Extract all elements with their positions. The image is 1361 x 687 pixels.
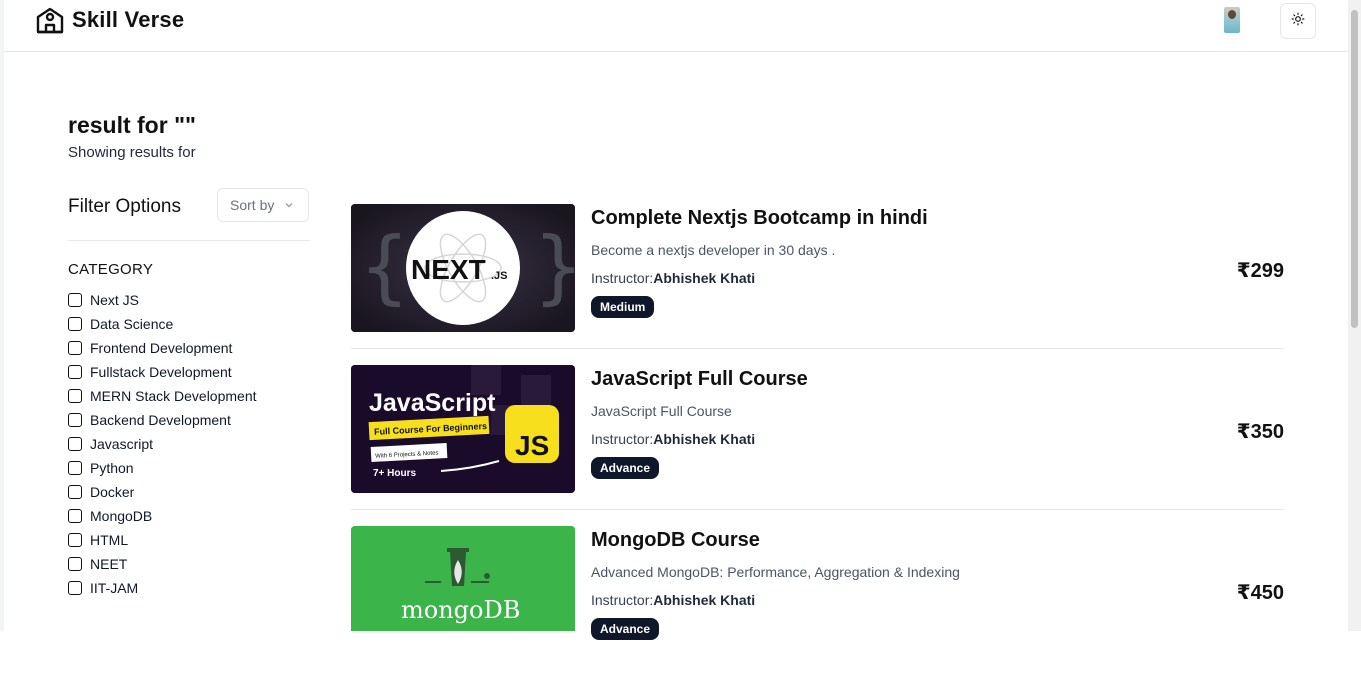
course-thumbnail[interactable]: { } NEXT .JS — [351, 204, 575, 332]
category-label: Fullstack Development — [90, 364, 232, 380]
checkbox[interactable] — [68, 461, 82, 475]
sort-label: Sort by — [230, 197, 275, 213]
category-item[interactable]: NEET — [68, 552, 257, 576]
category-list: Next JS Data Science Frontend Developmen… — [68, 288, 257, 600]
thumb-js-text: .JS — [491, 270, 508, 282]
page-title: result for "" — [68, 112, 196, 138]
brand-name: Skill Verse — [72, 7, 185, 32]
category-item[interactable]: MERN Stack Development — [68, 384, 257, 408]
course-thumbnail[interactable]: mongoDB — [351, 526, 575, 631]
category-item[interactable]: Javascript — [68, 432, 257, 456]
filter-divider — [68, 240, 310, 241]
level-badge: Advance — [591, 618, 660, 640]
brand[interactable]: Skill Verse — [36, 6, 184, 34]
user-avatar[interactable] — [1224, 7, 1240, 33]
category-item[interactable]: Python — [68, 456, 257, 480]
course-price: ₹350 — [1236, 421, 1284, 443]
course-divider — [351, 509, 1284, 510]
category-title: CATEGORY — [68, 261, 154, 278]
level-badge: Advance — [591, 457, 660, 479]
category-label: HTML — [90, 532, 129, 548]
checkbox[interactable] — [68, 317, 82, 331]
checkbox[interactable] — [68, 557, 82, 571]
level-badge: Medium — [591, 296, 655, 318]
category-item[interactable]: MongoDB — [68, 504, 257, 528]
category-label: Docker — [90, 484, 135, 500]
sun-icon — [1291, 12, 1305, 31]
category-item[interactable]: Next JS — [68, 288, 257, 312]
scrollbar-thumb[interactable] — [1351, 10, 1358, 328]
category-label: MERN Stack Development — [90, 388, 257, 404]
category-label: Backend Development — [90, 412, 231, 428]
checkbox[interactable] — [68, 485, 82, 499]
results-subtitle: Showing results for — [68, 144, 196, 161]
course-subtitle: Advanced MongoDB: Performance, Aggregati… — [591, 564, 960, 580]
course-thumbnail[interactable]: JavaScript Full Course For Beginners Wit… — [351, 365, 575, 493]
category-label: Data Science — [90, 316, 174, 332]
checkbox[interactable] — [68, 581, 82, 595]
category-label: Next JS — [90, 292, 140, 308]
checkbox[interactable] — [68, 413, 82, 427]
course-title[interactable]: JavaScript Full Course — [591, 368, 808, 391]
course-subtitle: JavaScript Full Course — [591, 403, 732, 419]
category-label: Javascript — [90, 436, 154, 452]
thumb-next-text: NEXT — [411, 254, 486, 285]
category-item[interactable]: IIT-JAM — [68, 576, 257, 600]
checkbox[interactable] — [68, 437, 82, 451]
course-card[interactable]: mongoDB MongoDB Course Advanced MongoDB:… — [351, 526, 1284, 687]
scrollbar[interactable] — [1348, 0, 1361, 631]
category-label: NEET — [90, 556, 128, 572]
category-item[interactable]: HTML — [68, 528, 257, 552]
course-price: ₹450 — [1236, 582, 1284, 604]
course-subtitle: Become a nextjs developer in 30 days . — [591, 242, 836, 258]
checkbox[interactable] — [68, 293, 82, 307]
category-label: IIT-JAM — [90, 580, 139, 596]
course-price: ₹299 — [1236, 260, 1284, 282]
category-item[interactable]: Fullstack Development — [68, 360, 257, 384]
course-instructor: Instructor:Abhishek Khati — [591, 431, 756, 447]
theme-toggle-button[interactable] — [1280, 3, 1316, 39]
category-item[interactable]: Backend Development — [68, 408, 257, 432]
course-divider — [351, 348, 1284, 349]
category-item[interactable]: Docker — [68, 480, 257, 504]
instructor-name: Abhishek Khati — [653, 270, 756, 286]
navbar: Skill Verse — [4, 0, 1348, 52]
chevron-down-icon — [284, 197, 294, 213]
checkbox[interactable] — [68, 365, 82, 379]
instructor-name: Abhishek Khati — [653, 431, 756, 447]
checkbox[interactable] — [68, 509, 82, 523]
sort-select[interactable]: Sort by — [217, 188, 309, 222]
svg-text:}: } — [533, 220, 575, 313]
thumb-mongo-text: mongoDB — [401, 596, 520, 624]
course-instructor: Instructor:Abhishek Khati — [591, 270, 756, 286]
thumb-title-text: JavaScript — [369, 389, 496, 417]
category-label: MongoDB — [90, 508, 153, 524]
thumb-hours-text: 7+ Hours — [373, 468, 417, 479]
filter-heading: Filter Options — [68, 196, 181, 217]
course-card[interactable]: { } NEXT .JS Complete Nextjs Bootcamp in… — [351, 204, 1284, 365]
course-title[interactable]: MongoDB Course — [591, 529, 760, 552]
course-instructor: Instructor:Abhishek Khati — [591, 592, 756, 608]
school-icon — [36, 6, 64, 34]
category-label: Python — [90, 460, 134, 476]
instructor-name: Abhishek Khati — [653, 592, 756, 608]
thumb-js-badge: JS — [515, 430, 549, 461]
category-label: Frontend Development — [90, 340, 233, 356]
svg-text:{: { — [359, 220, 410, 313]
category-item[interactable]: Data Science — [68, 312, 257, 336]
course-title[interactable]: Complete Nextjs Bootcamp in hindi — [591, 207, 928, 230]
checkbox[interactable] — [68, 533, 82, 547]
category-item[interactable]: Frontend Development — [68, 336, 257, 360]
checkbox[interactable] — [68, 389, 82, 403]
window-edge — [0, 0, 4, 631]
checkbox[interactable] — [68, 341, 82, 355]
course-card[interactable]: JavaScript Full Course For Beginners Wit… — [351, 365, 1284, 526]
